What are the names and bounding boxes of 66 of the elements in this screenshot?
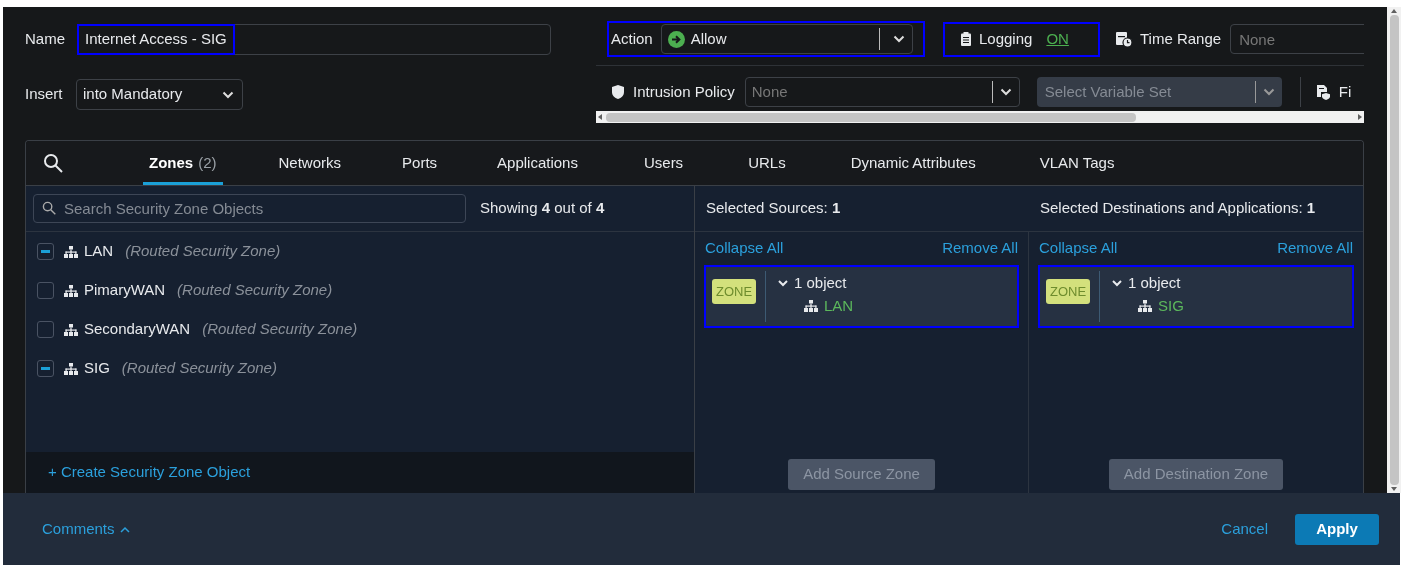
file-policy-label: Fi bbox=[1338, 81, 1352, 102]
hierarchy-icon bbox=[64, 245, 78, 258]
insert-label: Insert bbox=[25, 84, 64, 105]
scrollbar[interactable] bbox=[596, 111, 1364, 123]
checkbox[interactable] bbox=[37, 243, 54, 260]
chevron-up-icon bbox=[119, 525, 130, 533]
search-field[interactable]: Search Security Zone Objects bbox=[33, 194, 466, 223]
collapse-all-link[interactable]: Collapse All bbox=[1039, 237, 1118, 260]
zone-name: LAN bbox=[84, 241, 114, 262]
tab[interactable]: Dynamic Attributes bbox=[844, 141, 982, 185]
selection-heading: Selected Sources: 1 bbox=[706, 198, 842, 219]
clipboard-icon bbox=[961, 32, 971, 46]
tab[interactable]: URLs bbox=[742, 141, 792, 185]
action-select[interactable]: Allow bbox=[660, 24, 913, 54]
selection-heading: Selected Destinations and Applications: 1 bbox=[1040, 198, 1316, 219]
action-label: Action bbox=[611, 28, 653, 49]
hierarchy-icon bbox=[804, 300, 818, 312]
zone-name: LAN bbox=[824, 295, 854, 316]
hierarchy-icon bbox=[64, 284, 78, 297]
create-zone-link[interactable]: + Create Security Zone Object bbox=[48, 461, 251, 484]
zone-type: (Routed Security Zone) bbox=[177, 280, 333, 301]
hierarchy-icon bbox=[64, 362, 78, 375]
search-icon bbox=[42, 201, 56, 215]
file-shield-icon bbox=[1316, 84, 1331, 100]
checkbox[interactable] bbox=[37, 282, 54, 299]
tab[interactable]: Applications bbox=[491, 141, 584, 185]
tab[interactable]: VLAN Tags bbox=[1033, 141, 1121, 185]
logging-label: Logging bbox=[979, 28, 1033, 49]
name-label: Name bbox=[25, 28, 66, 49]
calendar-clock-icon bbox=[1116, 31, 1132, 47]
group-summary: 1 object bbox=[794, 272, 847, 293]
scrollbar[interactable] bbox=[1387, 7, 1401, 493]
shield-icon bbox=[612, 85, 624, 99]
checkbox[interactable] bbox=[37, 360, 54, 377]
result-count: Showing 4 out of 4 bbox=[480, 198, 605, 219]
tab[interactable]: Networks bbox=[272, 141, 348, 185]
arrow-circle-icon bbox=[667, 30, 685, 48]
zone-type: (Routed Security Zone) bbox=[121, 358, 277, 379]
hierarchy-icon bbox=[64, 323, 78, 336]
hierarchy-icon bbox=[1138, 300, 1152, 312]
zone-name: PimaryWAN bbox=[84, 280, 166, 301]
tab[interactable]: Users bbox=[637, 141, 690, 185]
collapse-all-link[interactable]: Collapse All bbox=[705, 237, 784, 260]
intrusion-policy-label: Intrusion Policy bbox=[633, 81, 735, 102]
remove-all-link[interactable]: Remove All bbox=[942, 237, 1018, 260]
tab[interactable]: Ports bbox=[396, 141, 444, 185]
zone-name: SIG bbox=[1158, 295, 1184, 316]
group-summary: 1 object bbox=[1128, 272, 1181, 293]
cancel-link[interactable]: Cancel bbox=[1221, 517, 1268, 541]
name-field[interactable]: Internet Access - SIG bbox=[77, 23, 551, 55]
chevron-down-icon bbox=[222, 90, 234, 99]
remove-all-link[interactable]: Remove All bbox=[1277, 237, 1353, 260]
time-range-field[interactable]: None bbox=[1230, 24, 1364, 54]
zone-tag: ZONE bbox=[712, 279, 757, 304]
intrusion-policy-select[interactable]: None bbox=[744, 77, 1020, 107]
time-range-label: Time Range bbox=[1140, 28, 1222, 49]
zone-name: SIG bbox=[84, 358, 110, 379]
checkbox[interactable] bbox=[37, 321, 54, 338]
zone-name: SecondaryWAN bbox=[84, 319, 191, 340]
zone-tag: ZONE bbox=[1046, 279, 1091, 304]
insert-select[interactable]: into Mandatory bbox=[76, 79, 243, 110]
logging-toggle[interactable]: ON bbox=[1046, 27, 1069, 51]
apply-button[interactable]: Apply bbox=[1295, 513, 1379, 545]
comments-toggle[interactable]: Comments bbox=[42, 517, 130, 541]
zone-type: (Routed Security Zone) bbox=[125, 241, 281, 262]
zone-type: (Routed Security Zone) bbox=[202, 319, 358, 340]
